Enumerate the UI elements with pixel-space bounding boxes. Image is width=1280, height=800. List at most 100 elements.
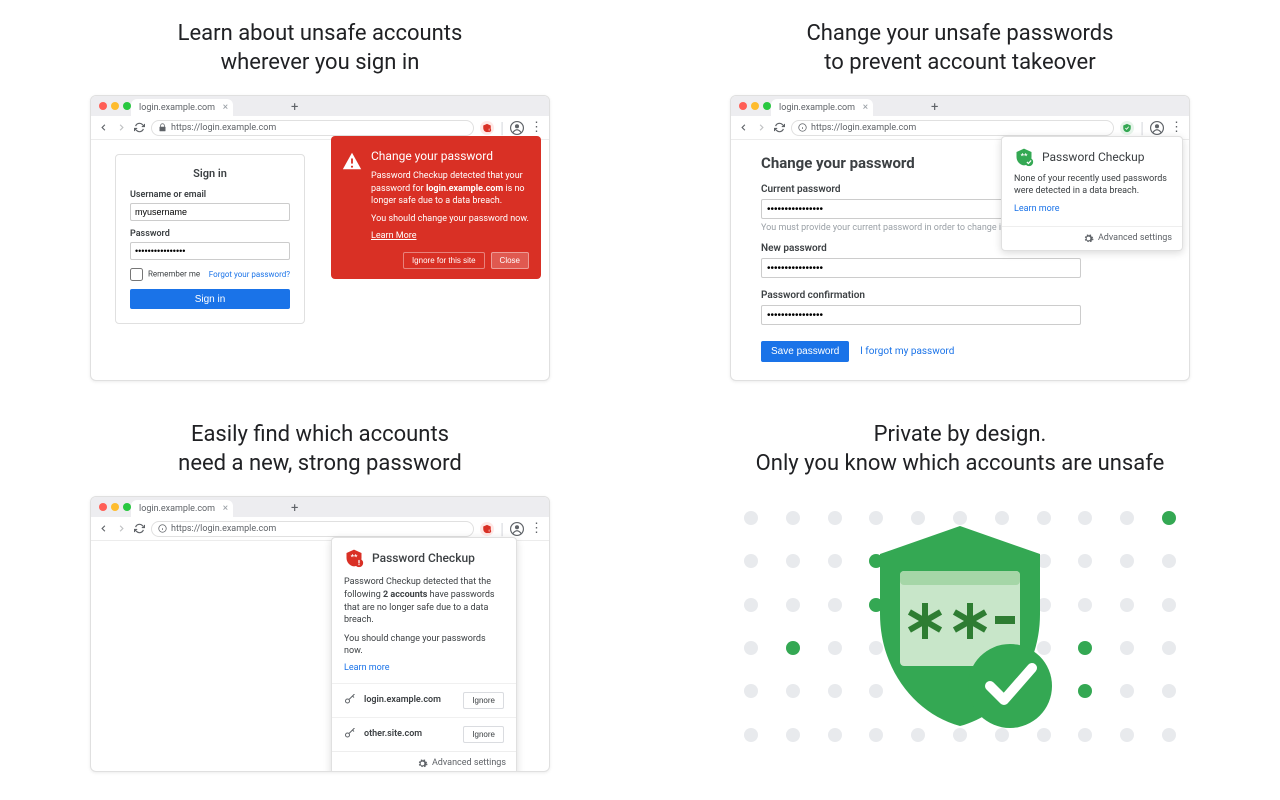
learn-more-link[interactable]: Learn more [1014, 203, 1170, 215]
minimize-window-icon[interactable] [111, 102, 119, 110]
close-alert-button[interactable]: Close [491, 252, 529, 269]
password-checkup-extension-icon[interactable] [480, 522, 494, 536]
tab-title: login.example.com [779, 103, 855, 113]
tab-close-icon[interactable]: × [223, 102, 228, 113]
signin-button[interactable]: Sign in [130, 289, 290, 309]
browser-tab[interactable]: login.example.com× [131, 500, 233, 517]
account-name: login.example.com [364, 695, 455, 705]
password-checkup-icon: ** [1014, 147, 1034, 167]
caption-3: Easily find which accountsneed a new, st… [178, 421, 462, 478]
learn-more-link[interactable]: Learn more [344, 662, 504, 675]
forward-button[interactable] [115, 523, 127, 535]
lock-icon [158, 123, 167, 132]
key-icon [344, 728, 356, 740]
reload-button[interactable] [773, 122, 785, 134]
shield-checkmark-icon [860, 516, 1060, 736]
separator: | [500, 519, 504, 538]
url-text: https://login.example.com [171, 123, 276, 133]
url-text: https://login.example.com [171, 524, 276, 534]
forgot-password-link[interactable]: I forgot my password [860, 346, 954, 357]
close-window-icon[interactable] [99, 102, 107, 110]
browser-tab[interactable]: login.example.com × [771, 99, 873, 116]
maximize-window-icon[interactable] [123, 503, 131, 511]
address-bar[interactable]: https://login.example.com [151, 521, 474, 537]
confirm-password-label: Password confirmation [761, 290, 1159, 301]
popup-body-text: None of your recently used passwords wer… [1014, 173, 1170, 197]
new-tab-button[interactable]: + [291, 100, 298, 115]
ignore-button[interactable]: Ignore [463, 692, 504, 709]
privacy-illustration [730, 496, 1190, 756]
popup-title: Password Checkup [1042, 150, 1144, 164]
forward-button[interactable] [115, 122, 127, 134]
account-icon[interactable] [1150, 121, 1164, 135]
address-bar[interactable]: https://login.example.com [791, 120, 1114, 136]
tab-close-icon[interactable]: × [223, 503, 228, 514]
tab-strip: login.example.com × + [731, 96, 1189, 116]
account-icon[interactable] [510, 522, 524, 536]
gear-icon [1083, 233, 1094, 244]
popup-title: Password Checkup [372, 551, 475, 565]
window-controls[interactable] [99, 503, 131, 511]
account-name: other.site.com [364, 729, 455, 739]
reload-button[interactable] [133, 122, 145, 134]
browser-tab[interactable]: login.example.com × [131, 99, 233, 116]
account-row: login.example.com Ignore [332, 683, 516, 717]
url-text: https://login.example.com [811, 123, 916, 133]
username-input[interactable] [130, 203, 290, 221]
remember-me-checkbox[interactable]: Remember me [130, 268, 200, 281]
new-tab-button[interactable]: + [931, 100, 938, 115]
password-input[interactable] [130, 242, 290, 260]
minimize-window-icon[interactable] [751, 102, 759, 110]
learn-more-link[interactable]: Learn More [371, 230, 417, 242]
password-checkup-popup: ** Password Checkup None of your recentl… [1001, 136, 1183, 250]
tab-strip: login.example.com× + [91, 497, 549, 517]
alert-title: Change your password [371, 148, 529, 164]
ignore-button[interactable]: Ignore [463, 726, 504, 743]
close-window-icon[interactable] [739, 102, 747, 110]
separator: | [1140, 118, 1144, 137]
account-row: other.site.com Ignore [332, 717, 516, 751]
back-button[interactable] [97, 122, 109, 134]
advanced-settings-link[interactable]: Advanced settings [1002, 226, 1182, 250]
caption-4: Private by design.Only you know which ac… [756, 421, 1165, 478]
account-count: 2 accounts [383, 590, 427, 600]
forgot-password-link[interactable]: Forgot your password? [209, 270, 290, 279]
signin-heading: Sign in [130, 167, 290, 180]
maximize-window-icon[interactable] [123, 102, 131, 110]
new-tab-button[interactable]: + [291, 501, 298, 516]
password-checkup-extension-icon[interactable] [1120, 121, 1134, 135]
confirm-password-input[interactable] [761, 305, 1081, 325]
password-checkup-extension-icon[interactable] [480, 121, 494, 135]
window-controls[interactable] [739, 102, 771, 110]
save-password-button[interactable]: Save password [761, 341, 849, 362]
gear-icon [417, 758, 428, 769]
signin-form: Sign in Username or email Password Remem… [115, 154, 305, 324]
minimize-window-icon[interactable] [111, 503, 119, 511]
caption-2: Change your unsafe passwordsto prevent a… [806, 20, 1113, 77]
ignore-site-button[interactable]: Ignore for this site [403, 252, 485, 269]
username-label: Username or email [130, 190, 290, 200]
window-controls[interactable] [99, 102, 131, 110]
kebab-menu-icon[interactable]: ⋮ [530, 120, 543, 135]
address-bar[interactable]: https://login.example.com [151, 120, 474, 136]
kebab-menu-icon[interactable]: ⋮ [1170, 120, 1183, 135]
info-icon [158, 524, 167, 533]
new-password-input[interactable] [761, 258, 1081, 278]
maximize-window-icon[interactable] [763, 102, 771, 110]
browser-window-2: login.example.com × + https://login.examp… [730, 95, 1190, 381]
tab-title: login.example.com [139, 103, 215, 113]
advanced-settings-link[interactable]: Advanced settings [332, 751, 516, 773]
browser-window-1: login.example.com × + https://login.exam… [90, 95, 550, 381]
close-window-icon[interactable] [99, 503, 107, 511]
password-checkup-alert-icon: ** [344, 548, 364, 568]
forward-button[interactable] [755, 122, 767, 134]
account-icon[interactable] [510, 121, 524, 135]
password-label: Password [130, 229, 290, 239]
kebab-menu-icon[interactable]: ⋮ [530, 521, 543, 536]
back-button[interactable] [97, 523, 109, 535]
alert-body: Password Checkup detected that your pass… [371, 170, 529, 206]
reload-button[interactable] [133, 523, 145, 535]
tab-close-icon[interactable]: × [863, 102, 868, 113]
back-button[interactable] [737, 122, 749, 134]
browser-window-3: login.example.com× + https://login.examp… [90, 496, 550, 772]
